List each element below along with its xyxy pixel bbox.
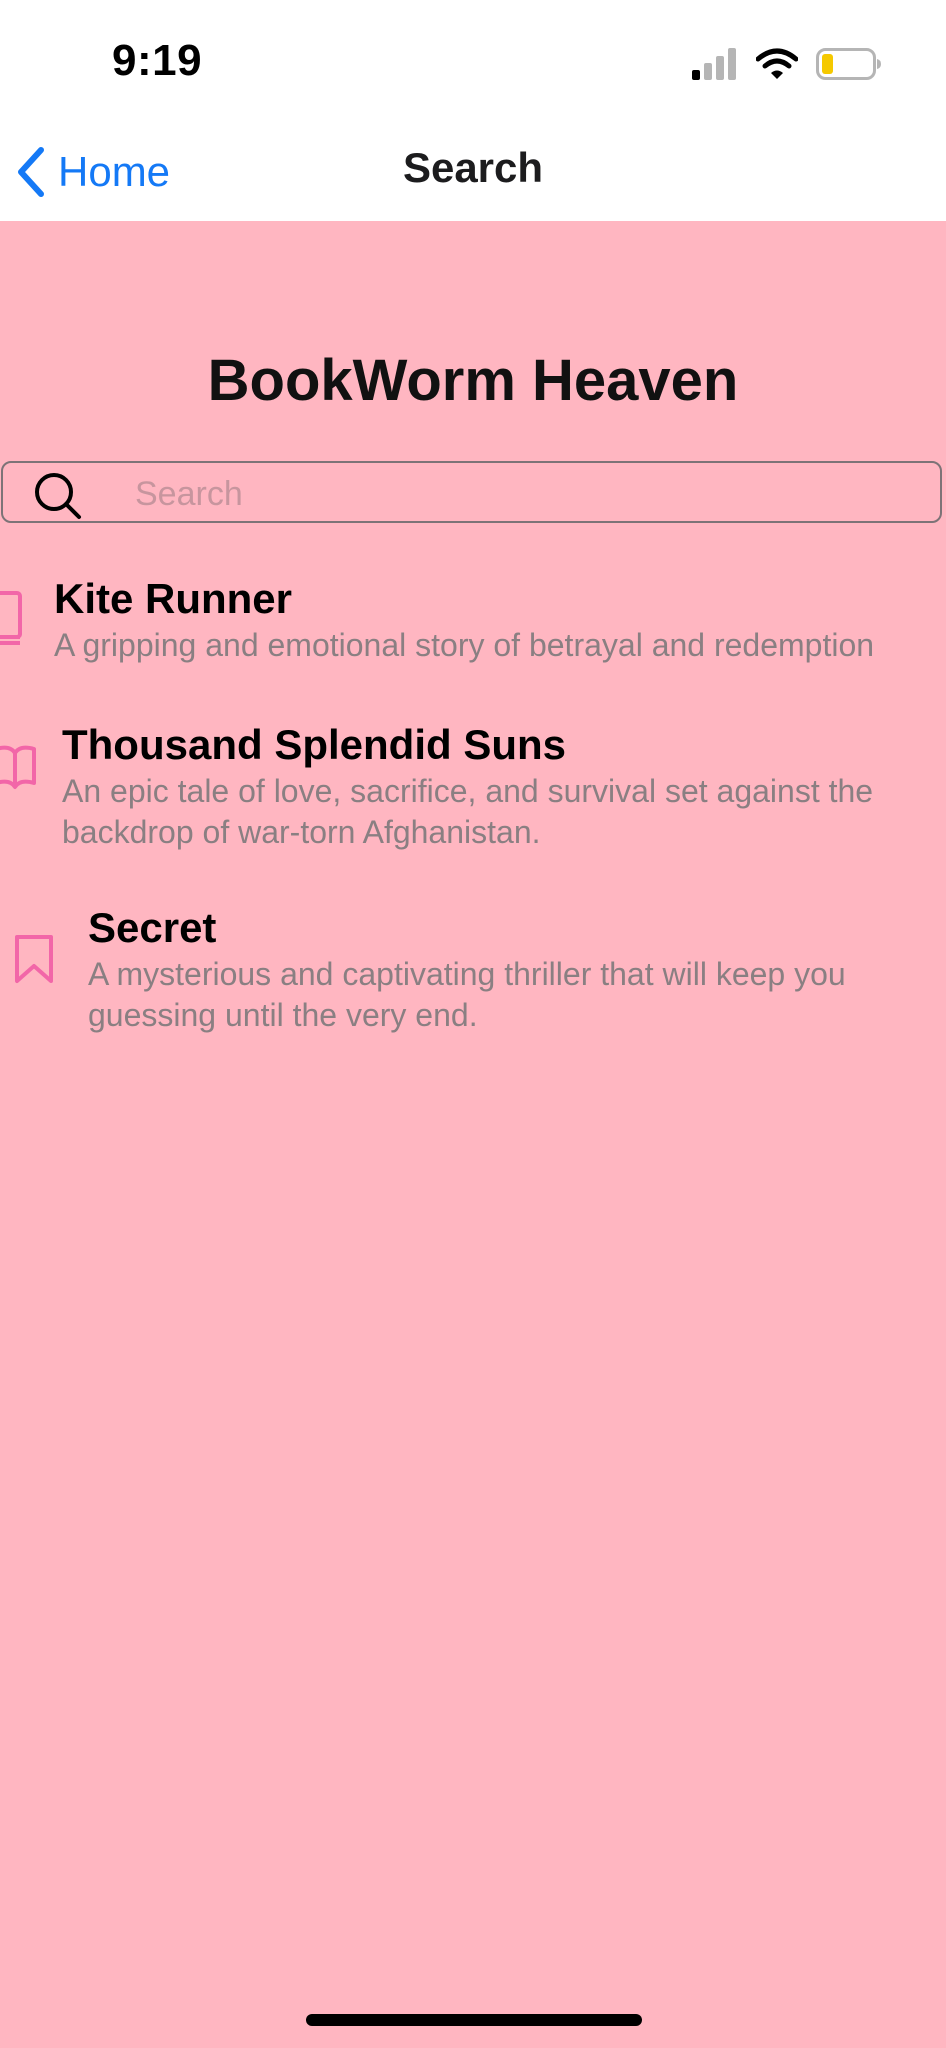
- book-title: Kite Runner: [54, 575, 293, 622]
- book-description: A mysterious and captivating thriller th…: [88, 956, 846, 1033]
- wifi-icon: [756, 48, 798, 79]
- cellular-signal-icon: [692, 48, 736, 80]
- search-box[interactable]: [1, 461, 942, 523]
- bookmark-icon: [15, 935, 53, 983]
- search-icon: [35, 473, 81, 519]
- book-list-item-secret[interactable]: Secret A mysterious and captivating thri…: [0, 896, 946, 1046]
- nav-title: Search: [402, 144, 544, 191]
- navigation-bar: Home Search: [0, 120, 946, 221]
- home-indicator: [306, 2014, 642, 2026]
- book-list-item-thousand-splendid-suns[interactable]: Thousand Splendid Suns An epic tale of l…: [0, 713, 946, 863]
- status-bar: 9:19: [0, 0, 946, 120]
- book-description: An epic tale of love, sacrifice, and sur…: [62, 773, 874, 850]
- book-open-icon: [0, 745, 36, 789]
- search-input[interactable]: [133, 471, 917, 517]
- book-list-item-kite-runner[interactable]: Kite Runner A gripping and emotional sto…: [0, 571, 946, 691]
- book-title: Thousand Splendid Suns: [62, 721, 566, 768]
- status-time: 9:19: [112, 36, 203, 85]
- battery-icon: [816, 48, 881, 80]
- app-title: BookWorm Heaven: [207, 348, 739, 413]
- book-title: Secret: [88, 904, 217, 951]
- book-description: A gripping and emotional story of betray…: [54, 627, 875, 663]
- search-content: BookWorm Heaven Kite Runner A gripping a…: [0, 221, 946, 2048]
- book-closed-icon: [0, 591, 22, 645]
- status-icons: [692, 44, 882, 84]
